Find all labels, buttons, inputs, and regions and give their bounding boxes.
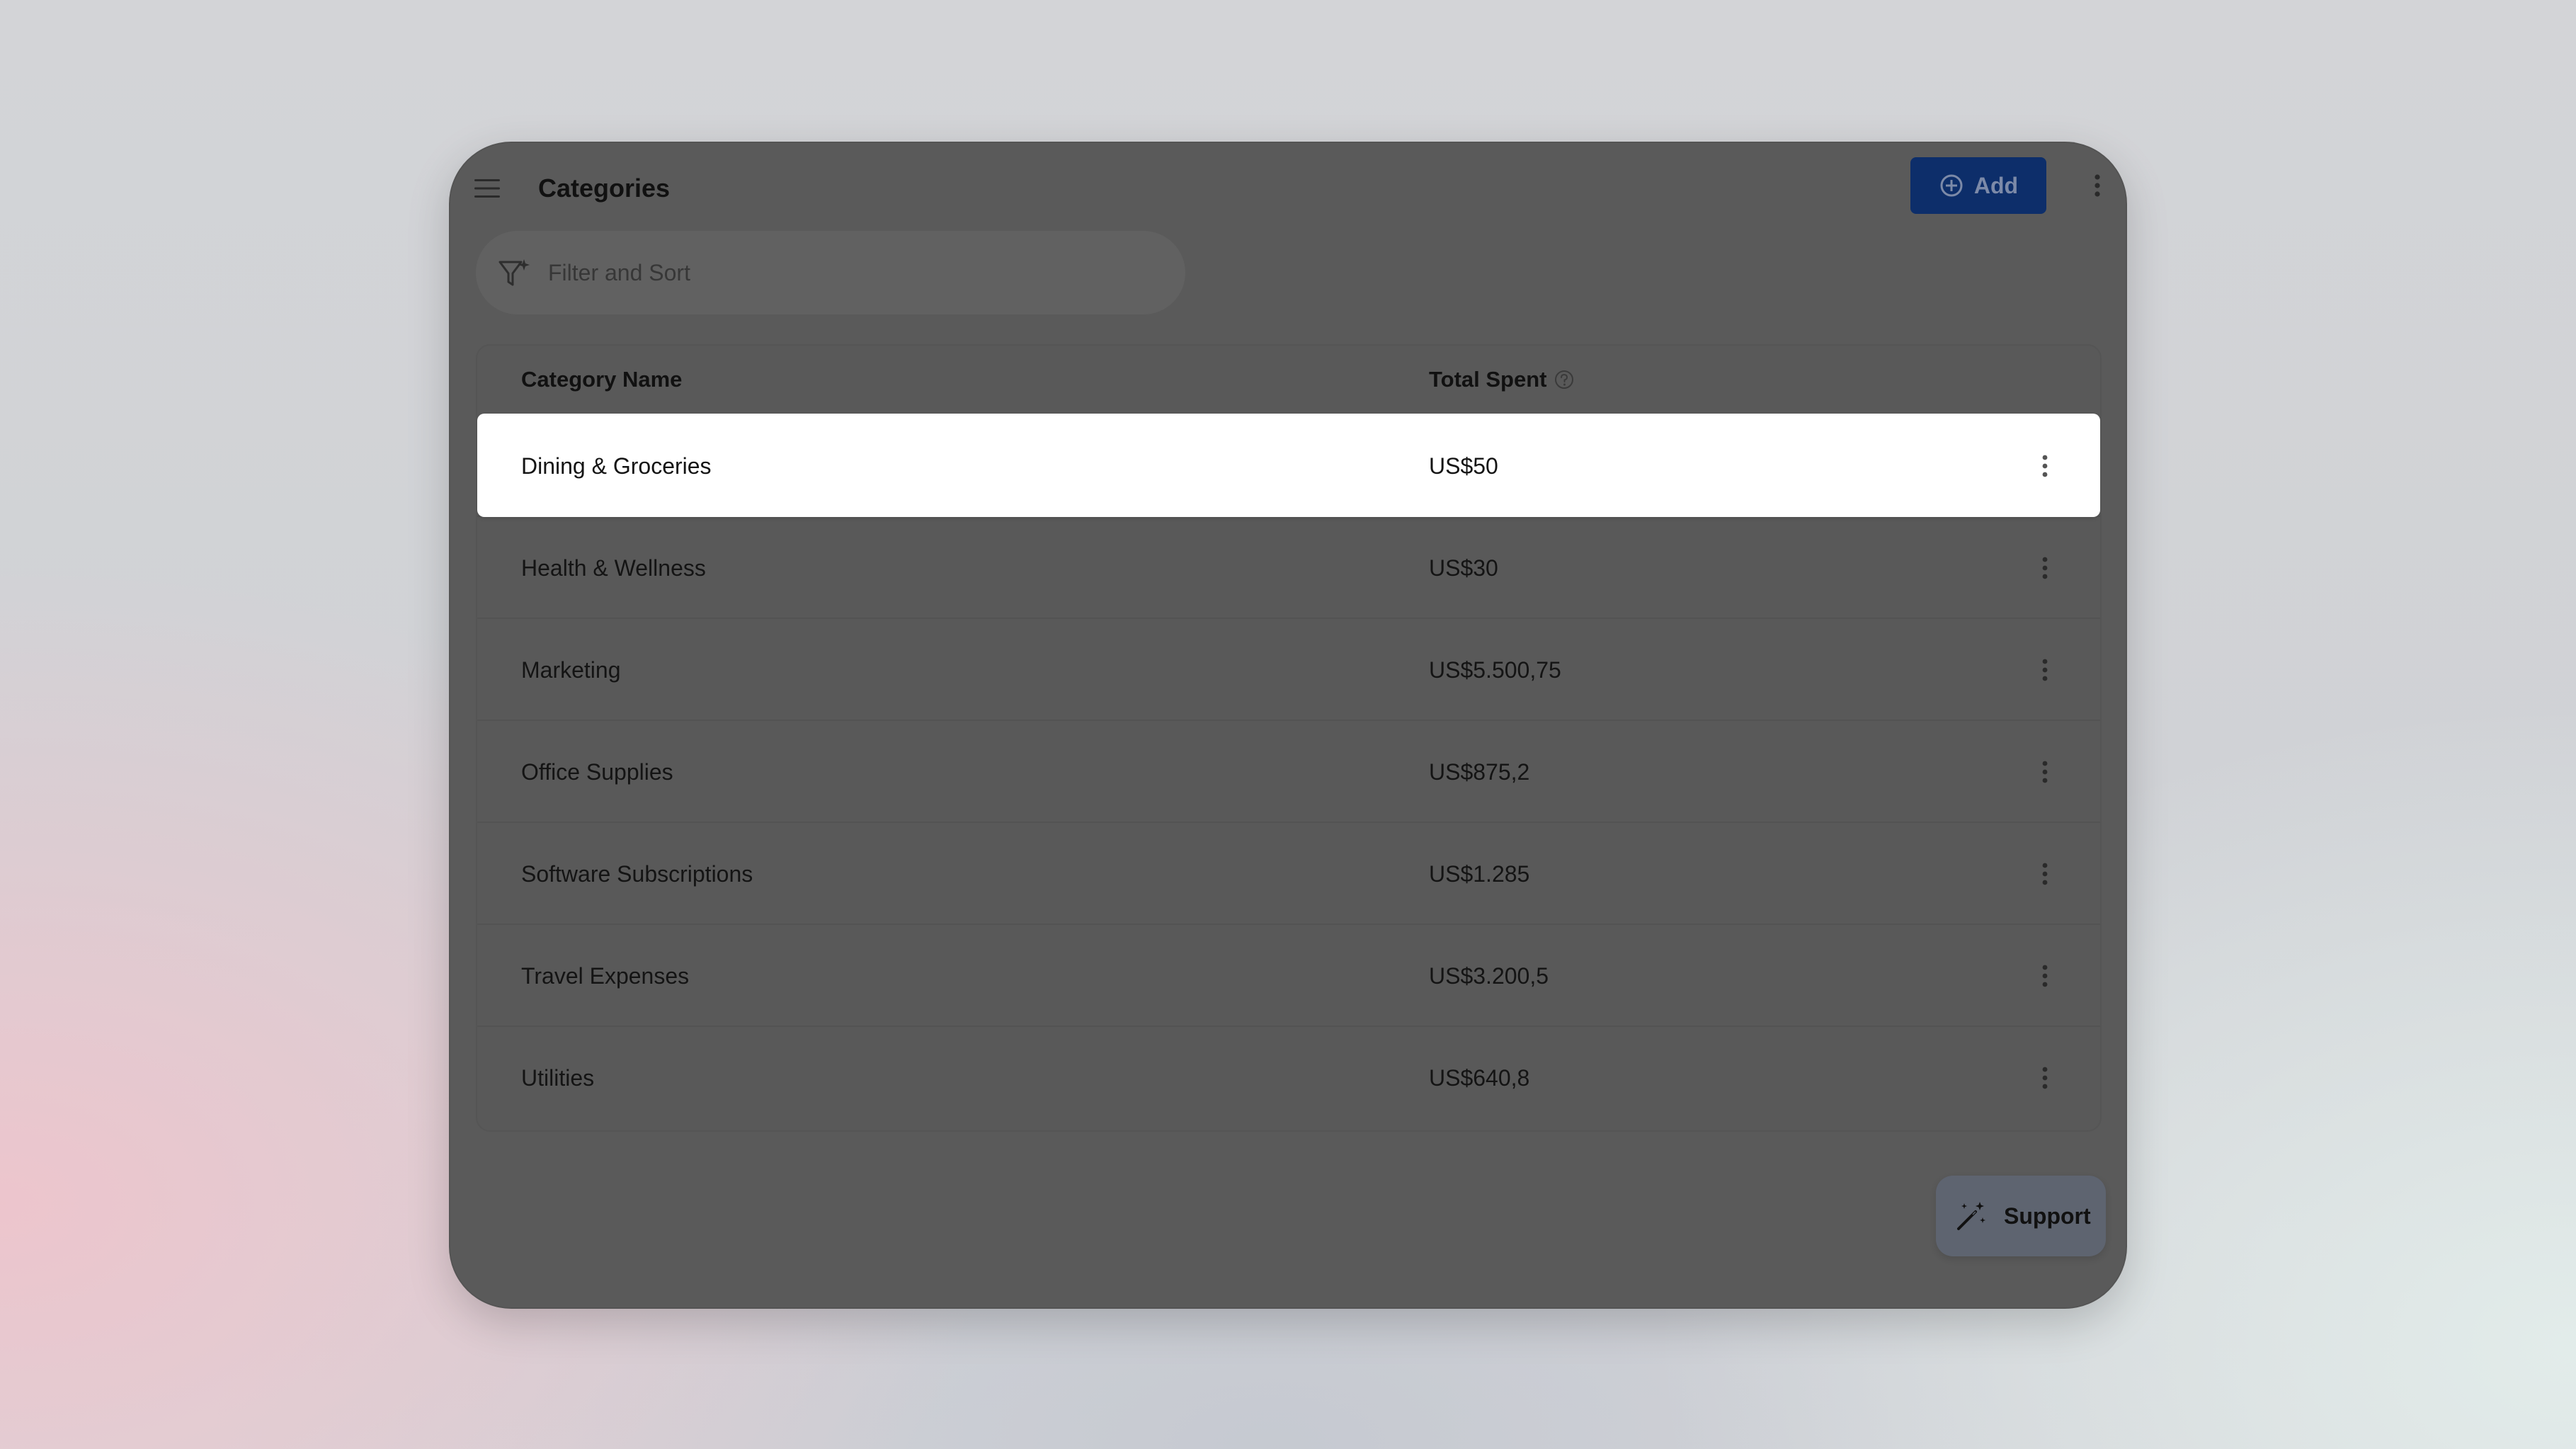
top-app-bar: Categories Add (449, 142, 2127, 229)
filter-sparkle-icon (498, 259, 530, 286)
total-spent-cell: US$1.285 (1429, 861, 1530, 887)
vertical-dots-icon[interactable] (2028, 449, 2062, 483)
category-name-cell: Dining & Groceries (521, 453, 712, 479)
table-header: Category Name Total Spent (477, 346, 2100, 414)
total-spent-cell: US$30 (1429, 555, 1498, 581)
vertical-dots-icon[interactable] (2028, 653, 2062, 687)
vertical-dots-icon[interactable] (2028, 551, 2062, 585)
vertical-dots-icon[interactable] (2080, 169, 2114, 203)
vertical-dots-icon[interactable] (2028, 755, 2062, 789)
magic-wand-icon (1957, 1202, 1985, 1230)
categories-table: Category Name Total Spent Dining & Groce… (476, 344, 2102, 1132)
page-title: Categories (538, 174, 671, 203)
category-name-cell: Marketing (521, 657, 621, 683)
category-name-cell: Utilities (521, 1065, 595, 1091)
total-spent-cell: US$5.500,75 (1429, 657, 1561, 683)
vertical-dots-icon[interactable] (2028, 857, 2062, 891)
table-row[interactable]: Travel Expenses US$3.200,5 (477, 924, 2100, 1027)
hamburger-menu-icon[interactable] (473, 174, 501, 203)
total-spent-cell: US$3.200,5 (1429, 963, 1549, 989)
question-circle-icon[interactable] (1554, 369, 1575, 390)
filter-placeholder: Filter and Sort (548, 260, 690, 285)
category-name-cell: Health & Wellness (521, 555, 706, 581)
filter-sort-input[interactable]: Filter and Sort (476, 231, 1185, 314)
add-button-label: Add (1973, 172, 2019, 198)
category-name-cell: Office Supplies (521, 759, 673, 785)
table-row[interactable]: Software Subscriptions US$1.285 (477, 822, 2100, 925)
support-button[interactable]: Support (1936, 1176, 2106, 1256)
table-row[interactable]: Marketing US$5.500,75 (477, 618, 2100, 721)
support-button-label: Support (2004, 1203, 2091, 1229)
app-window: Categories Add Filter and Sort Category … (449, 142, 2127, 1309)
add-button[interactable]: Add (1910, 157, 2046, 214)
plus-circle-icon (1940, 174, 1963, 197)
category-name-cell: Software Subscriptions (521, 861, 753, 887)
vertical-dots-icon[interactable] (2028, 959, 2062, 993)
table-row[interactable]: Office Supplies US$875,2 (477, 720, 2100, 823)
table-row[interactable]: Health & Wellness US$30 (477, 516, 2100, 619)
vertical-dots-icon[interactable] (2028, 1061, 2062, 1095)
total-spent-cell: US$875,2 (1429, 759, 1530, 785)
total-spent-cell: US$640,8 (1429, 1065, 1530, 1091)
column-header-category-name[interactable]: Category Name (521, 364, 682, 395)
category-name-cell: Travel Expenses (521, 963, 690, 989)
total-spent-cell: US$50 (1429, 453, 1498, 479)
column-header-total-spent[interactable]: Total Spent (1429, 364, 1575, 395)
table-row[interactable]: Utilities US$640,8 (477, 1025, 2100, 1129)
table-row[interactable]: Dining & Groceries US$50 (477, 414, 2100, 517)
